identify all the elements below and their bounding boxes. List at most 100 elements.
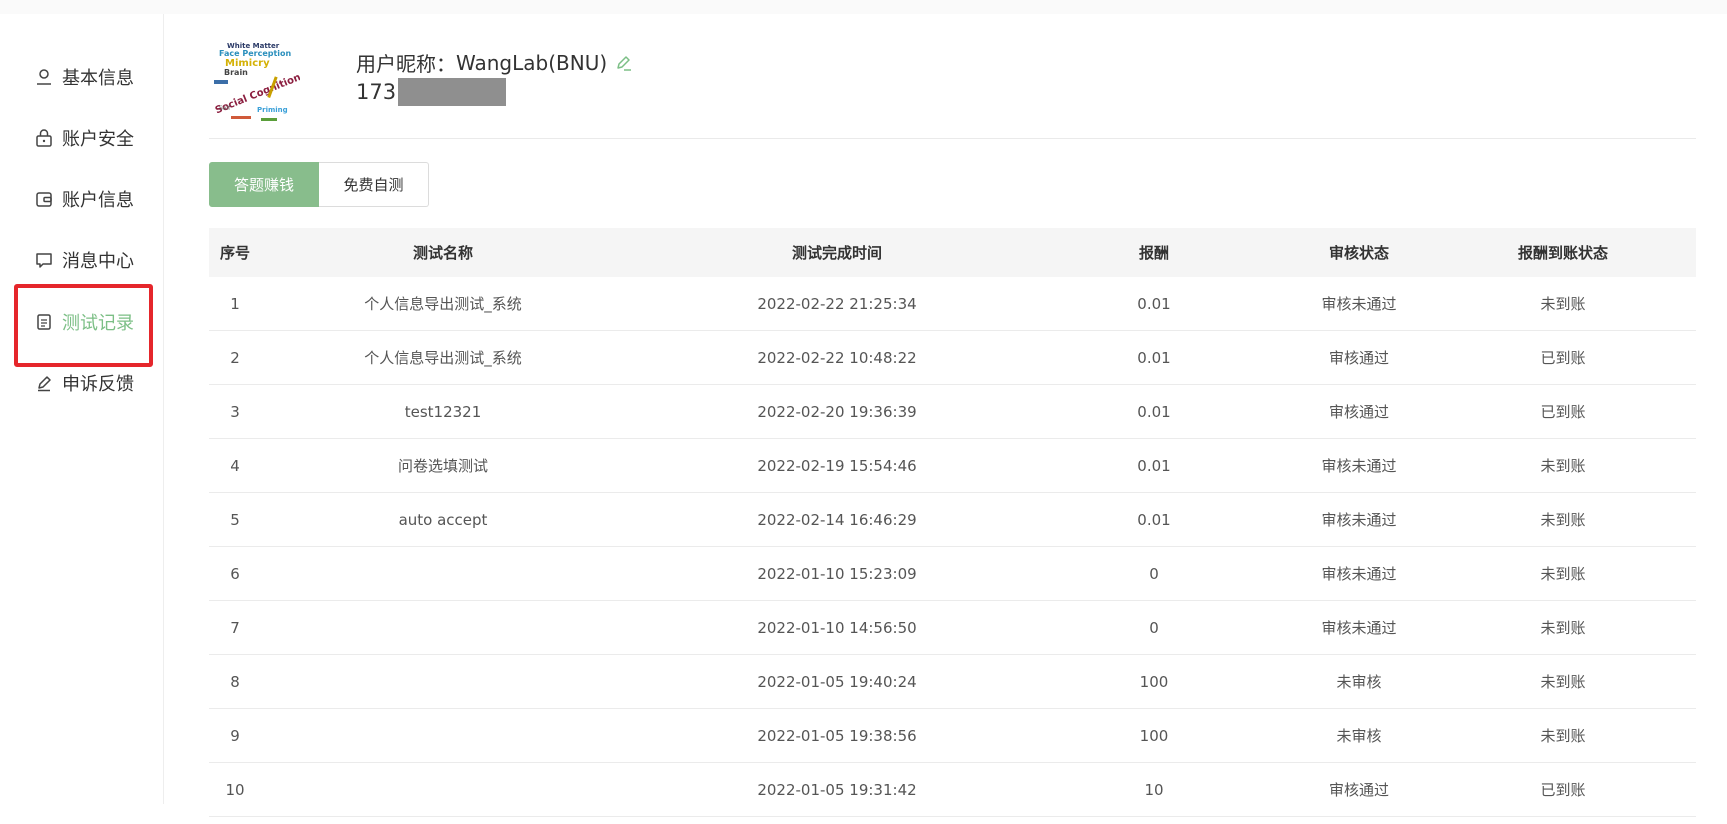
cell-index: 1 [230, 294, 240, 313]
header-review-status: 审核状态 [1328, 244, 1389, 262]
cell-review-status: 未审核 [1336, 727, 1382, 745]
cell-test-name: 个人信息导出测试_系统 [364, 295, 522, 313]
cell-payment-status: 未到账 [1540, 511, 1586, 529]
phone-prefix: 173 [356, 80, 397, 104]
table-header: 序号 测试名称 测试完成时间 报酬 审核状态 报酬到账状态 [209, 228, 1696, 277]
cell-completion-time: 2022-01-05 19:38:56 [757, 726, 917, 745]
cell-index: 6 [230, 564, 240, 583]
avatar-word: Self [219, 105, 231, 112]
pen-icon [34, 373, 54, 393]
lock-icon [34, 128, 54, 148]
records-table: 序号 测试名称 测试完成时间 报酬 审核状态 报酬到账状态 1 个人信息导出测试_… [209, 228, 1696, 817]
tab-group: 答题赚钱 免费自测 [209, 162, 429, 207]
avatar-word: Face Perception [219, 49, 292, 58]
cell-completion-time: 2022-01-05 19:31:42 [757, 780, 917, 799]
cell-index: 9 [230, 726, 240, 745]
cell-review-status: 审核未通过 [1321, 565, 1397, 583]
cell-reward: 0 [1149, 618, 1159, 637]
message-icon [34, 250, 54, 270]
tab-free-self-test[interactable]: 免费自测 [319, 162, 429, 207]
table-row: 2 个人信息导出测试_系统 2022-02-22 10:48:22 0.01 审核通过 已… [209, 331, 1696, 385]
cell-review-status: 审核未通过 [1321, 457, 1397, 475]
phone-row: 173 [356, 78, 507, 106]
sidebar-item-appeal-feedback[interactable]: 申诉反馈 [20, 357, 142, 409]
document-icon [34, 312, 54, 332]
cell-test-name: test12321 [404, 402, 482, 421]
cell-review-status: 审核未通过 [1321, 511, 1397, 529]
cell-index: 5 [230, 510, 240, 529]
nickname-label: 用户昵称： [356, 52, 456, 76]
cell-completion-time: 2022-02-22 10:48:22 [757, 348, 917, 367]
cell-test-name: 个人信息导出测试_系统 [364, 349, 522, 367]
nickname-value: WangLab(BNU) [456, 50, 608, 75]
cell-review-status: 审核通过 [1328, 349, 1389, 367]
cell-completion-time: 2022-01-10 15:23:09 [757, 564, 917, 583]
cell-payment-status: 未到账 [1540, 457, 1586, 475]
cell-payment-status: 已到账 [1540, 403, 1586, 421]
avatar[interactable]: White Matter Face Perception Mimicry Bra… [209, 40, 302, 125]
sidebar-item-label: 账户安全 [62, 129, 134, 150]
sidebar-item-account-security[interactable]: 账户安全 [20, 112, 142, 164]
cell-reward: 0.01 [1137, 402, 1171, 421]
cell-review-status: 未审核 [1336, 673, 1382, 691]
phone-redaction-mask [398, 78, 507, 106]
table-row: 6 2022-01-10 15:23:09 0 审核未通过 未到账 [209, 547, 1696, 601]
cell-reward: 0.01 [1137, 294, 1171, 313]
sidebar-item-message-center[interactable]: 消息中心 [20, 234, 142, 286]
cell-reward: 0.01 [1137, 456, 1171, 475]
tab-earn-by-answering[interactable]: 答题赚钱 [209, 162, 319, 207]
cell-index: 2 [230, 348, 240, 367]
cell-reward: 10 [1144, 780, 1164, 799]
cell-completion-time: 2022-01-10 14:56:50 [757, 618, 917, 637]
sidebar-item-test-records[interactable]: 测试记录 [20, 296, 142, 348]
nickname-row: 用户昵称： WangLab(BNU) [356, 48, 633, 77]
sidebar-item-label: 申诉反馈 [62, 374, 134, 395]
cell-test-name: auto accept [398, 510, 488, 529]
cell-payment-status: 未到账 [1540, 727, 1586, 745]
table-row: 5 auto accept 2022-02-14 16:46:29 0.01 审核未通过… [209, 493, 1696, 547]
cell-reward: 0.01 [1137, 348, 1171, 367]
table-row: 4 问卷选填测试 2022-02-19 15:54:46 0.01 审核未通过 未到账 [209, 439, 1696, 493]
edit-icon[interactable] [615, 54, 633, 72]
header-index: 序号 [219, 244, 250, 262]
avatar-word: Priming [257, 106, 288, 114]
table-body: 1 个人信息导出测试_系统 2022-02-22 21:25:34 0.01 审核未通过… [209, 277, 1696, 817]
sidebar-item-label: 消息中心 [62, 251, 134, 272]
table-row: 8 2022-01-05 19:40:24 100 未审核 未到账 [209, 655, 1696, 709]
cell-payment-status: 已到账 [1540, 781, 1586, 799]
cell-completion-time: 2022-01-05 19:40:24 [757, 672, 917, 691]
cell-index: 7 [230, 618, 240, 637]
cell-test-name: 问卷选填测试 [397, 457, 488, 475]
cell-completion-time: 2022-02-20 19:36:39 [757, 402, 917, 421]
header-completion-time: 测试完成时间 [791, 244, 882, 262]
sidebar: 基本信息 账户安全 账户信息 消息中心 测试记录 申诉反馈 [0, 14, 164, 804]
cell-index: 8 [230, 672, 240, 691]
cell-payment-status: 未到账 [1540, 295, 1586, 313]
top-bar [0, 0, 1727, 14]
sidebar-item-account-info[interactable]: 账户信息 [20, 173, 142, 225]
wallet-icon [34, 189, 54, 209]
cell-review-status: 审核未通过 [1321, 619, 1397, 637]
sidebar-item-basic-info[interactable]: 基本信息 [20, 51, 142, 103]
cell-payment-status: 已到账 [1540, 349, 1586, 367]
divider [209, 138, 1696, 139]
avatar-word: Brain [224, 68, 248, 77]
cell-index: 4 [230, 456, 240, 475]
cell-index: 3 [230, 402, 240, 421]
user-icon [34, 67, 54, 87]
sidebar-item-label: 账户信息 [62, 190, 134, 211]
header-reward: 报酬 [1138, 244, 1169, 262]
cell-reward: 100 [1139, 672, 1169, 691]
cell-review-status: 审核通过 [1328, 403, 1389, 421]
cell-completion-time: 2022-02-19 15:54:46 [757, 456, 917, 475]
table-row: 10 2022-01-05 19:31:42 10 审核通过 已到账 [209, 763, 1696, 817]
table-row: 9 2022-01-05 19:38:56 100 未审核 未到账 [209, 709, 1696, 763]
header-test-name: 测试名称 [412, 244, 473, 262]
header-payment-status: 报酬到账状态 [1517, 244, 1608, 262]
cell-index: 10 [225, 780, 245, 799]
cell-payment-status: 未到账 [1540, 619, 1586, 637]
cell-payment-status: 未到账 [1540, 565, 1586, 583]
cell-review-status: 审核通过 [1328, 781, 1389, 799]
sidebar-item-label: 测试记录 [62, 313, 134, 334]
cell-reward: 100 [1139, 726, 1169, 745]
